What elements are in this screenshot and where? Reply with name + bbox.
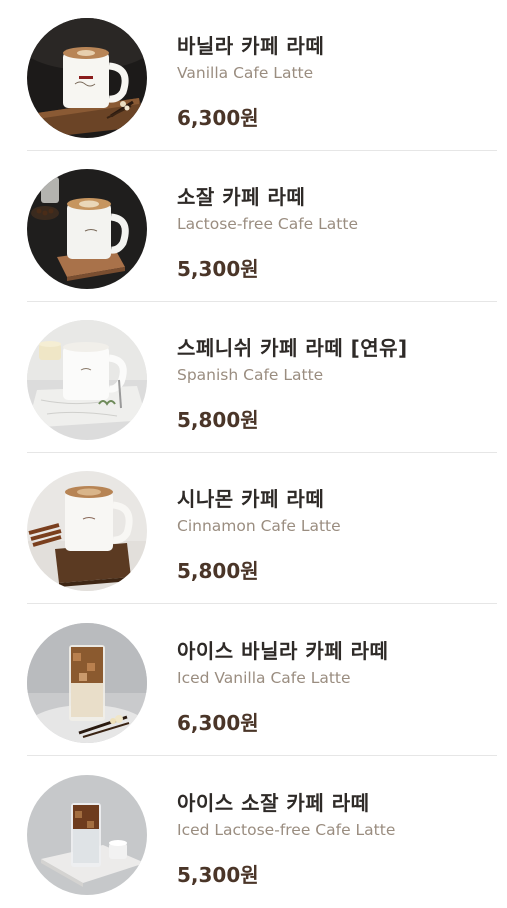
product-name-ko: 바닐라 카페 라떼 (177, 34, 325, 58)
product-image (27, 775, 147, 895)
product-name-en: Iced Vanilla Cafe Latte (177, 669, 351, 687)
product-name-ko: 소잘 카페 라떼 (177, 185, 306, 209)
product-name-ko: 시나몬 카페 라떼 (177, 487, 325, 511)
product-price: 6,300원 (177, 106, 259, 130)
product-name-ko: 스페니쉬 카페 라떼 [연유] (177, 336, 408, 360)
product-name-ko: 아이스 바닐라 카페 라떼 (177, 639, 389, 663)
product-name-ko: 아이스 소잘 카페 라떼 (177, 791, 370, 815)
menu-item-lactose-free-cafe-latte[interactable]: 소잘 카페 라떼 Lactose-free Cafe Latte 5,300원 (0, 151, 507, 302)
product-price: 5,300원 (177, 863, 259, 887)
product-price: 5,800원 (177, 559, 259, 583)
menu-item-iced-vanilla-cafe-latte[interactable]: 아이스 바닐라 카페 라떼 Iced Vanilla Cafe Latte 6,… (0, 605, 507, 756)
menu-list: 바닐라 카페 라떼 Vanilla Cafe Latte 6,300원 소잘 카… (0, 0, 507, 903)
menu-item-cinnamon-cafe-latte[interactable]: 시나몬 카페 라떼 Cinnamon Cafe Latte 5,800원 (0, 453, 507, 604)
product-name-en: Spanish Cafe Latte (177, 366, 324, 384)
product-image (27, 623, 147, 743)
divider (27, 603, 497, 604)
product-name-en: Cinnamon Cafe Latte (177, 517, 341, 535)
product-image (27, 169, 147, 289)
menu-item-iced-lactose-free-cafe-latte[interactable]: 아이스 소잘 카페 라떼 Iced Lactose-free Cafe Latt… (0, 757, 507, 908)
product-name-en: Iced Lactose-free Cafe Latte (177, 821, 396, 839)
menu-item-vanilla-cafe-latte[interactable]: 바닐라 카페 라떼 Vanilla Cafe Latte 6,300원 (0, 0, 507, 151)
product-price: 5,800원 (177, 408, 259, 432)
product-price: 5,300원 (177, 257, 259, 281)
menu-item-spanish-cafe-latte[interactable]: 스페니쉬 카페 라떼 [연유] Spanish Cafe Latte 5,800… (0, 302, 507, 453)
product-name-en: Lactose-free Cafe Latte (177, 215, 358, 233)
product-name-en: Vanilla Cafe Latte (177, 64, 314, 82)
product-price: 6,300원 (177, 711, 259, 735)
product-image (27, 18, 147, 138)
product-image (27, 320, 147, 440)
product-image (27, 471, 147, 591)
divider (27, 755, 497, 756)
